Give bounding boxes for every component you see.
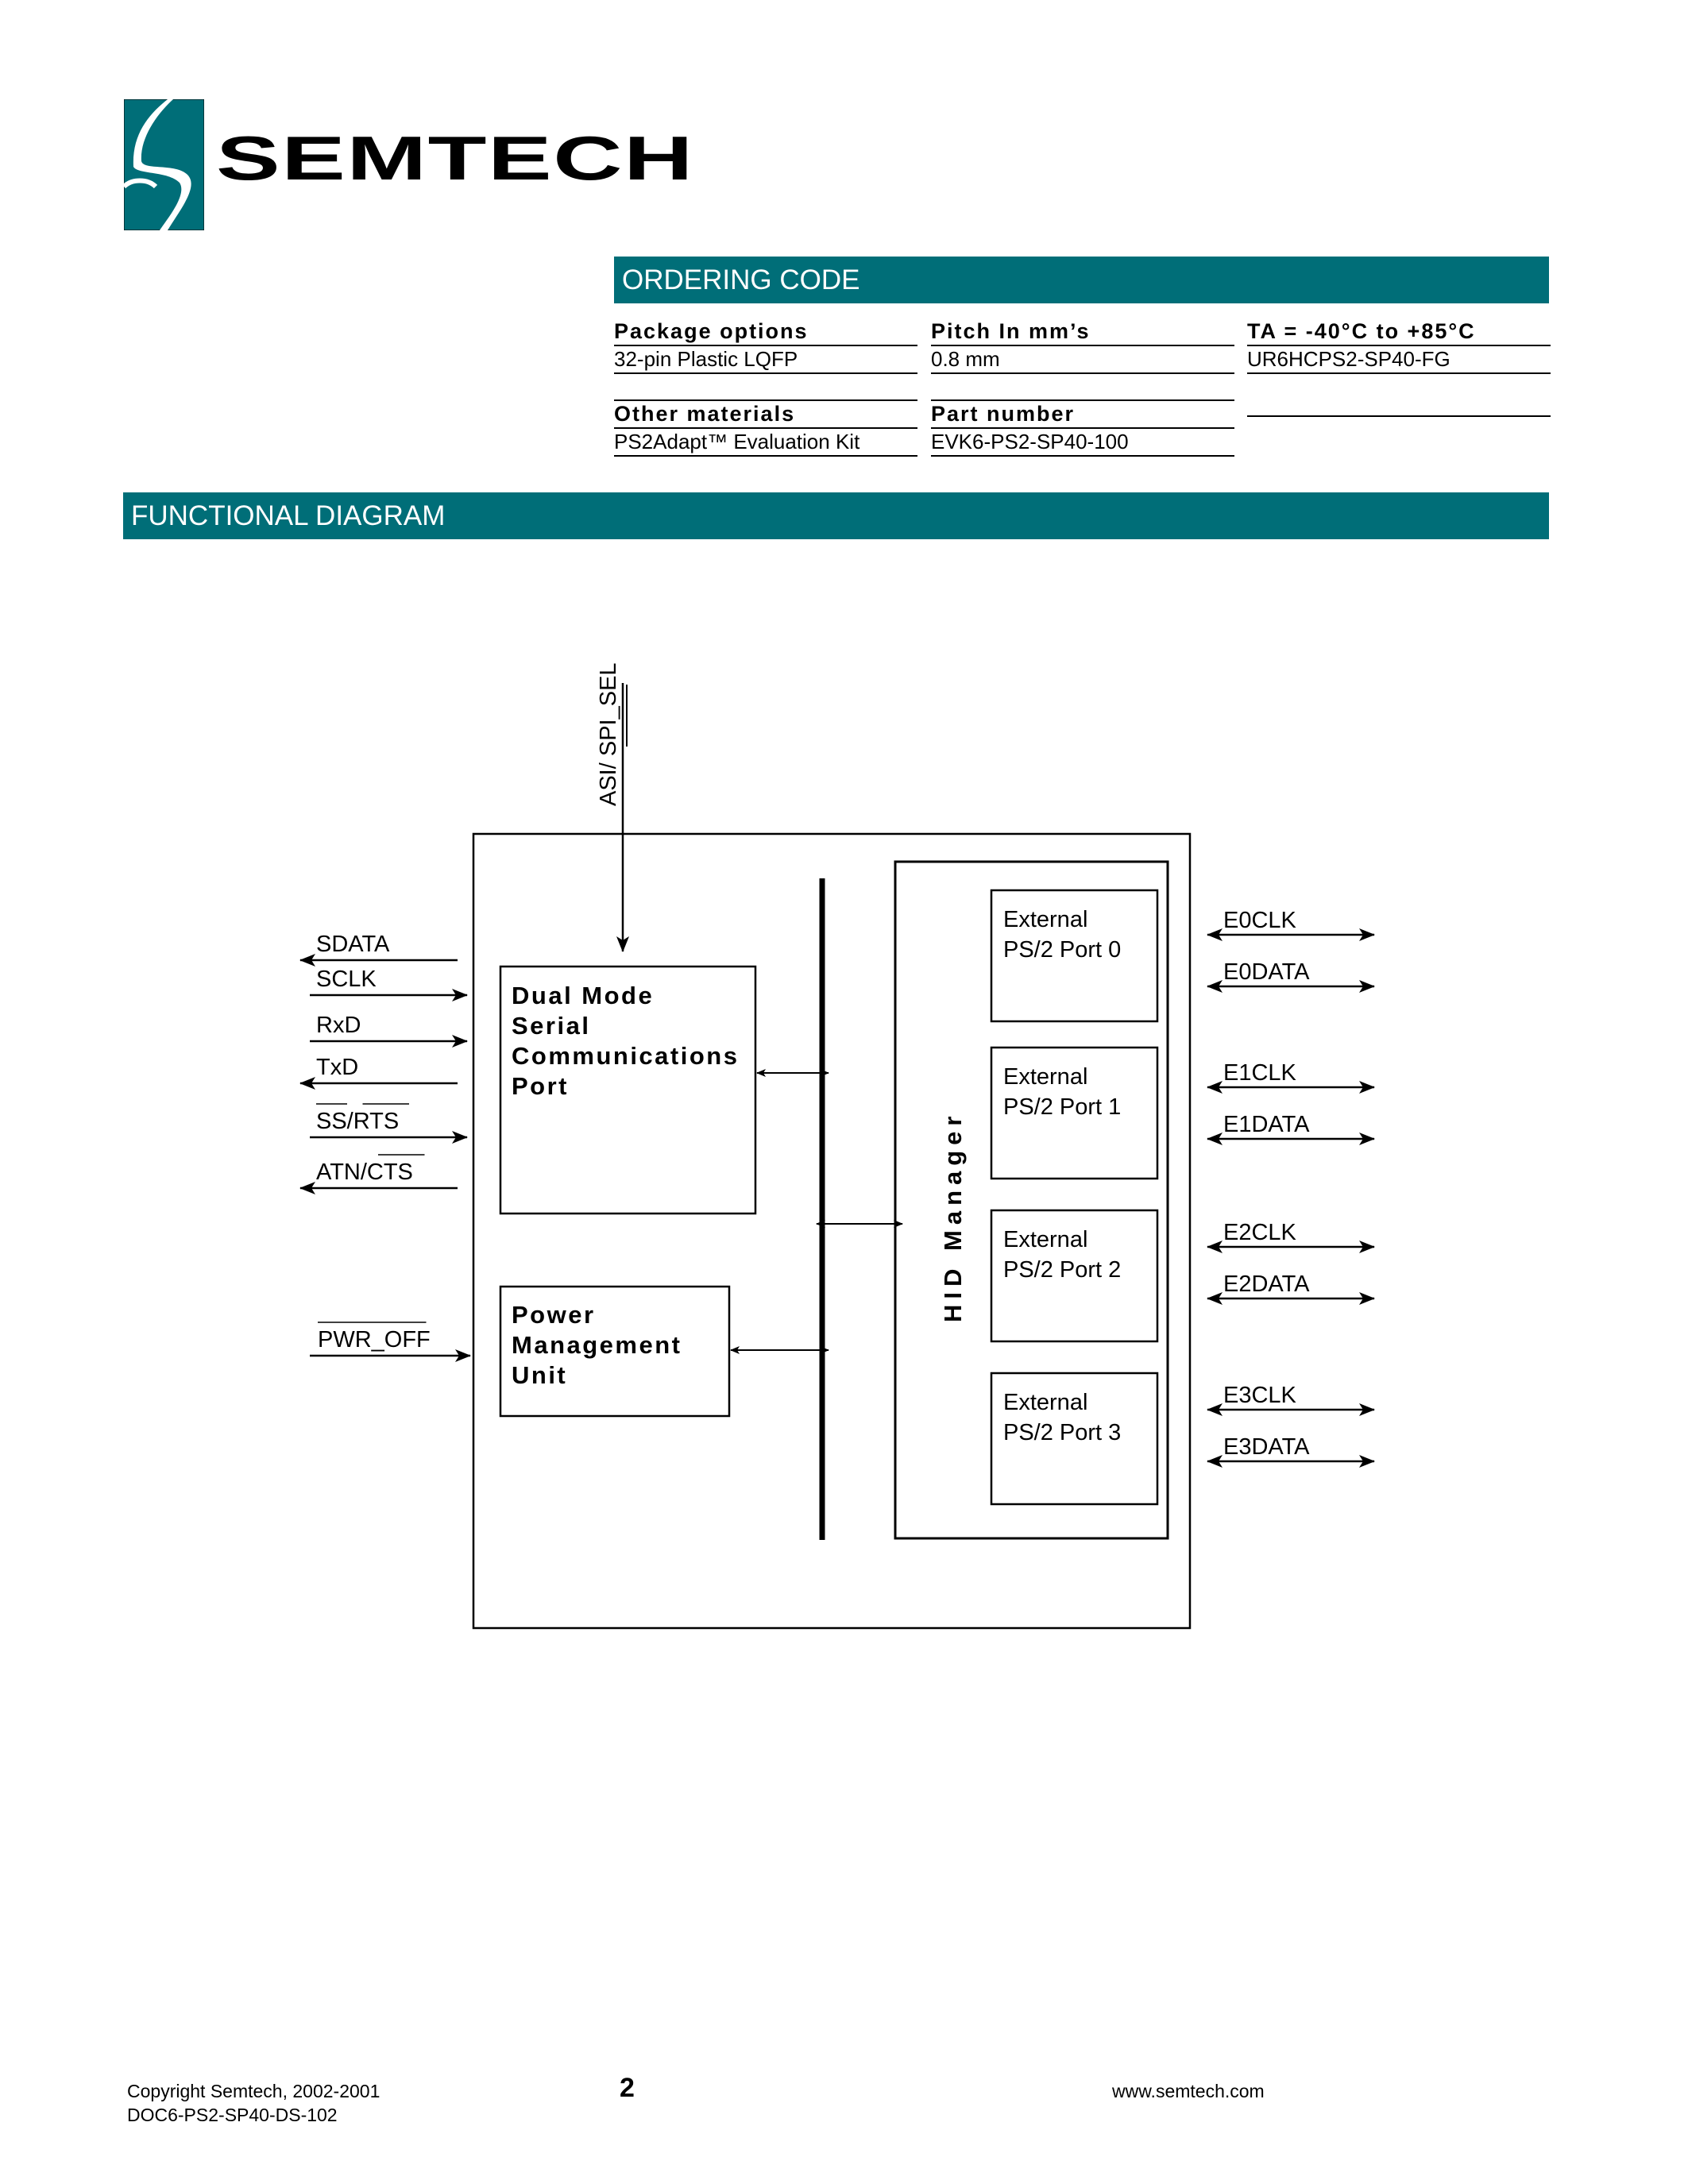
serial-block-line: Dual Mode xyxy=(512,982,654,1009)
signal-label: SS/RTS xyxy=(316,1109,399,1134)
data-signal-label: E0DATA xyxy=(1223,959,1310,985)
signal-label: SCLK xyxy=(316,967,377,992)
signal-rxd: RxD xyxy=(310,1013,468,1048)
data-signal-label: E1DATA xyxy=(1223,1112,1310,1137)
serial-block-line: Serial xyxy=(512,1012,590,1040)
ps2-ports: External PS/2 Port 0 E0CLK E0DATA External PS… xyxy=(990,889,1375,1506)
port-label-line2: PS/2 Port 1 xyxy=(1003,1094,1121,1120)
document-id: DOC6-PS2-SP40-DS-102 xyxy=(127,2105,338,2125)
clk-signal-label: E1CLK xyxy=(1223,1060,1297,1086)
power-block-line: Unit xyxy=(512,1361,567,1389)
signal-sdata: SDATA xyxy=(299,932,458,967)
ps2-port-2: External PS/2 Port 2 E2CLK E2DATA xyxy=(990,1209,1375,1343)
footer-left: Copyright Semtech, 2002-2001 DOC6-PS2-SP… xyxy=(127,2079,380,2127)
ps2-port-1: External PS/2 Port 1 E1CLK E1DATA xyxy=(990,1046,1375,1180)
signal-label: RxD xyxy=(316,1013,361,1038)
clk-signal-label: E3CLK xyxy=(1223,1383,1297,1408)
data-signal-label: E3DATA xyxy=(1223,1434,1310,1460)
ps2-port-0: External PS/2 Port 0 E0CLK E0DATA xyxy=(990,889,1375,1023)
asi-spi-sel-label: ASI/ SPI_SEL xyxy=(596,662,621,806)
signal-sclk: SCLK xyxy=(310,967,468,1001)
signal-label: PWR_OFF xyxy=(318,1327,431,1352)
host-signals: SDATA SCLK RxD TxD SS/RTS ATN/CTS PWR_OFF xyxy=(299,932,471,1362)
signal-label: SDATA xyxy=(316,932,390,957)
clk-signal-label: E0CLK xyxy=(1223,908,1297,933)
copyright-text: Copyright Semtech, 2002-2001 xyxy=(127,2081,380,2101)
data-signal-label: E2DATA xyxy=(1223,1271,1310,1297)
port-label-line1: External xyxy=(1003,1227,1087,1252)
ps2-port-3: External PS/2 Port 3 E3CLK E3DATA xyxy=(990,1372,1375,1506)
port-label-line1: External xyxy=(1003,1390,1087,1415)
signal-label: TxD xyxy=(316,1055,358,1080)
power-block-line: Management xyxy=(512,1331,682,1359)
port-label-line1: External xyxy=(1003,907,1087,932)
signal-label: ATN/CTS xyxy=(316,1160,413,1185)
website-link[interactable]: www.semtech.com xyxy=(1112,2079,1265,2103)
signal-txd: TxD xyxy=(299,1055,458,1090)
serial-block-line: Communications xyxy=(512,1042,739,1070)
serial-block-line: Port xyxy=(512,1072,569,1100)
functional-diagram: ASI/ SPI_SEL Dual Mode Serial Communicat… xyxy=(299,662,1375,1630)
hid-manager-label: HID Manager xyxy=(939,1111,967,1322)
port-label-line2: PS/2 Port 2 xyxy=(1003,1257,1121,1283)
port-label-line1: External xyxy=(1003,1064,1087,1090)
signal-atn-cts: ATN/CTS xyxy=(299,1154,458,1194)
page-number: 2 xyxy=(620,2073,635,2103)
port-label-line2: PS/2 Port 0 xyxy=(1003,937,1121,963)
power-block-line: Power xyxy=(512,1301,596,1329)
signal-ss-rts: SS/RTS xyxy=(310,1103,468,1144)
port-label-line2: PS/2 Port 3 xyxy=(1003,1420,1121,1445)
signal-pwr-off: PWR_OFF xyxy=(310,1322,471,1362)
clk-signal-label: E2CLK xyxy=(1223,1220,1297,1245)
